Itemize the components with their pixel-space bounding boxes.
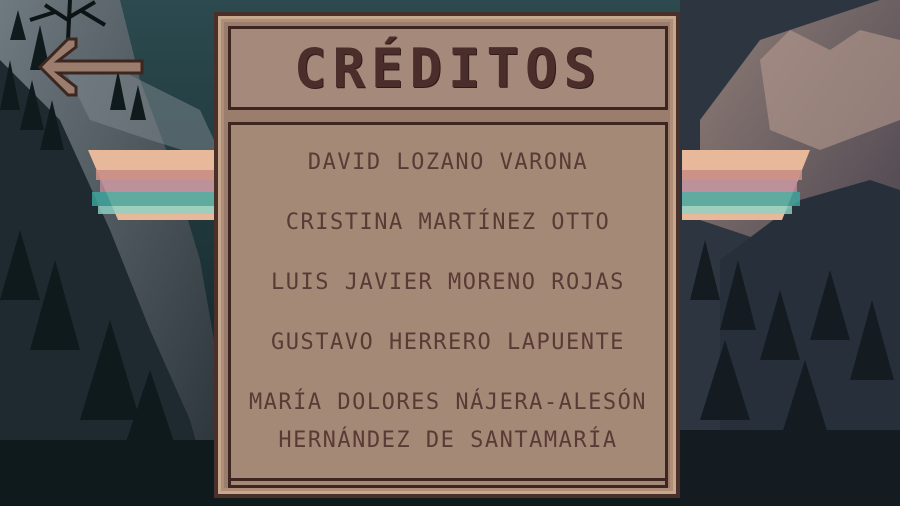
divider — [231, 478, 665, 481]
credit-name: DAVID LOZANO VARONA — [307, 150, 589, 175]
arrow-left-icon — [37, 37, 144, 97]
title-box: CRÉDITOS — [228, 26, 668, 110]
back-button[interactable] — [37, 36, 144, 98]
left-banner — [88, 150, 214, 230]
credit-name: LUIS JAVIER MORENO ROJAS — [271, 270, 625, 295]
credit-name: GUSTAVO HERRERO LAPUENTE — [271, 330, 625, 355]
credit-name: MARÍA DOLORES NÁJERA-ALESÓN — [248, 390, 648, 415]
credit-name: CRISTINA MARTÍNEZ OTTO — [285, 210, 611, 235]
credit-name: HERNÁNDEZ DE SANTAMARÍA — [278, 428, 618, 453]
page-title: CRÉDITOS — [293, 36, 603, 100]
right-banner — [682, 150, 810, 230]
